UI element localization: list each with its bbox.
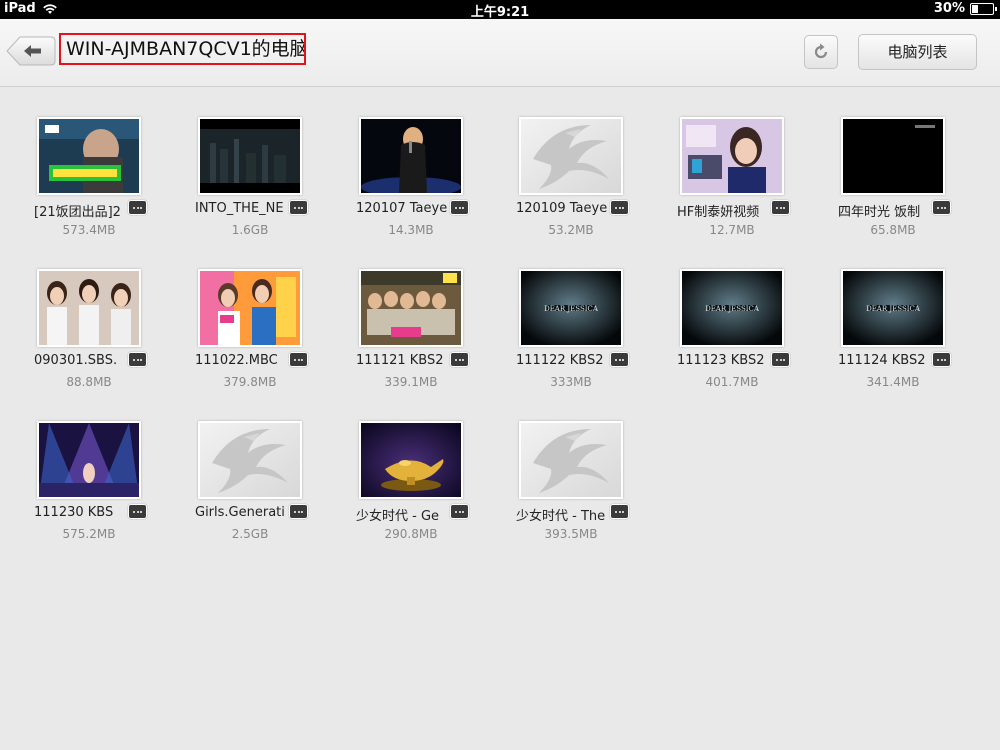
file-name: 111123 KBS2 xyxy=(677,353,765,368)
file-size: 379.8MB xyxy=(223,375,277,389)
file-name: 少女时代 - The xyxy=(516,509,606,524)
more-options-icon[interactable] xyxy=(128,504,147,519)
video-thumbnail[interactable]: DEAR JESSICA xyxy=(519,269,623,347)
file-name: 120109 Taeye xyxy=(516,201,608,216)
status-time: 上午9:21 xyxy=(470,5,530,20)
file-name: 少女时代 - Ge xyxy=(356,509,440,524)
more-options-icon[interactable] xyxy=(450,352,469,367)
video-thumbnail[interactable] xyxy=(359,421,463,499)
battery-percent: 30% xyxy=(933,1,965,16)
more-options-icon[interactable] xyxy=(932,352,951,367)
file-size: 14.3MB xyxy=(388,223,434,237)
file-size: 65.8MB xyxy=(870,223,916,237)
file-name: 111124 KBS2 xyxy=(838,353,926,368)
more-options-icon[interactable] xyxy=(128,352,147,367)
file-name: 090301.SBS. xyxy=(34,353,118,368)
more-options-icon[interactable] xyxy=(289,200,308,215)
file-name: 111022.MBC xyxy=(195,353,278,368)
video-thumbnail[interactable] xyxy=(198,269,302,347)
file-size: 573.4MB xyxy=(62,223,116,237)
back-arrow-icon xyxy=(6,36,56,66)
svg-text:DEAR JESSICA: DEAR JESSICA xyxy=(544,305,599,313)
video-thumbnail[interactable] xyxy=(519,421,623,499)
more-options-icon[interactable] xyxy=(610,200,629,215)
video-thumbnail[interactable] xyxy=(198,421,302,499)
video-thumbnail[interactable] xyxy=(359,269,463,347)
file-name: 四年时光 饭制 xyxy=(838,205,921,220)
file-name: INTO_THE_NE xyxy=(195,201,284,216)
refresh-icon xyxy=(814,43,828,59)
more-options-icon[interactable] xyxy=(610,504,629,519)
file-size: 290.8MB xyxy=(384,527,438,541)
file-size: 339.1MB xyxy=(384,375,438,389)
file-size: 575.2MB xyxy=(62,527,116,541)
video-thumbnail[interactable] xyxy=(841,117,945,195)
more-options-icon[interactable] xyxy=(771,352,790,367)
file-name: 111122 KBS2 xyxy=(516,353,604,368)
video-thumbnail[interactable] xyxy=(37,117,141,195)
file-size: 333MB xyxy=(550,375,592,389)
video-thumbnail[interactable] xyxy=(198,117,302,195)
file-name: [21饭团出品]2 xyxy=(34,205,121,220)
file-size: 12.7MB xyxy=(709,223,755,237)
file-name: 111230 KBS xyxy=(34,505,114,520)
more-options-icon[interactable] xyxy=(771,200,790,215)
video-thumbnail[interactable] xyxy=(37,421,141,499)
battery-icon xyxy=(970,2,997,15)
more-options-icon[interactable] xyxy=(610,352,629,367)
video-thumbnail[interactable] xyxy=(680,117,784,195)
video-thumbnail[interactable]: DEAR JESSICA xyxy=(841,269,945,347)
refresh-button[interactable] xyxy=(804,35,838,69)
file-size: 393.5MB xyxy=(544,527,598,541)
file-name: 111121 KBS2 xyxy=(356,353,444,368)
file-size: 401.7MB xyxy=(705,375,759,389)
video-thumbnail[interactable]: DEAR JESSICA xyxy=(680,269,784,347)
more-options-icon[interactable] xyxy=(450,200,469,215)
back-button[interactable] xyxy=(6,36,56,66)
file-name: Girls.Generati xyxy=(195,505,285,520)
file-size: 341.4MB xyxy=(866,375,920,389)
file-name: 120107 Taeye xyxy=(356,201,448,216)
file-name: HF制泰妍视频 xyxy=(677,205,760,220)
file-size: 53.2MB xyxy=(548,223,594,237)
svg-text:DEAR JESSICA: DEAR JESSICA xyxy=(866,305,921,313)
status-bar: iPad 上午9:21 30% xyxy=(0,0,1000,20)
top-bar: WIN-AJMBAN7QCV1的电脑 电脑列表 xyxy=(0,19,1000,87)
video-thumbnail[interactable] xyxy=(37,269,141,347)
video-thumbnail[interactable] xyxy=(359,117,463,195)
svg-text:DEAR JESSICA: DEAR JESSICA xyxy=(705,305,760,313)
pc-list-button[interactable]: 电脑列表 xyxy=(858,34,977,70)
more-options-icon[interactable] xyxy=(289,504,308,519)
video-thumbnail[interactable] xyxy=(519,117,623,195)
file-size: 1.6GB xyxy=(231,223,269,237)
page-title: WIN-AJMBAN7QCV1的电脑 xyxy=(59,33,306,65)
file-size: 2.5GB xyxy=(231,527,269,541)
more-options-icon[interactable] xyxy=(128,200,147,215)
file-size: 88.8MB xyxy=(66,375,112,389)
more-options-icon[interactable] xyxy=(932,200,951,215)
more-options-icon[interactable] xyxy=(289,352,308,367)
more-options-icon[interactable] xyxy=(450,504,469,519)
